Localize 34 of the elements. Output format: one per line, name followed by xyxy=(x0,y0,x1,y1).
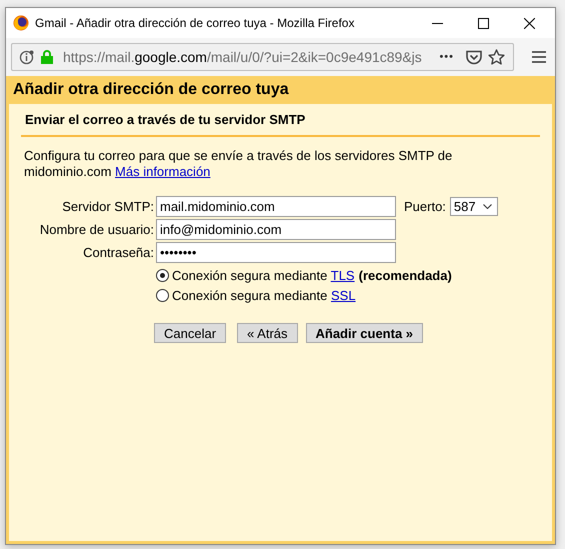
info-icon[interactable] xyxy=(19,49,35,65)
option-link[interactable]: TLS xyxy=(330,268,355,282)
field-label: Contraseña: xyxy=(82,245,154,260)
section-title: Enviar el correo a través de tu servidor SMTP xyxy=(24,112,306,127)
browser-logo-icon xyxy=(13,15,29,31)
description: Configura tu correo para que se envíe a través de los servidores SMTP de midominio.com Más información xyxy=(24,148,454,180)
input-field[interactable]: mail.midominio.com xyxy=(156,196,396,217)
action-button[interactable]: Cancelar xyxy=(154,323,226,343)
radio-button[interactable] xyxy=(156,288,169,302)
pocket-icon[interactable] xyxy=(466,50,482,64)
caret-icon xyxy=(482,204,492,209)
field-label: Servidor SMTP: xyxy=(61,199,154,214)
input-field[interactable]: info@midominio.com xyxy=(156,219,396,240)
dialog-title: Añadir otra dirección de correo tuya xyxy=(13,81,289,99)
option-link[interactable]: SSL xyxy=(331,288,356,302)
close-icon[interactable] xyxy=(524,18,535,28)
address-bar[interactable]: https://mail.google.com/mail/u/0/?ui=2&ik=0c9e491c89&js ••• xyxy=(11,43,514,71)
more-info-link[interactable]: Más información xyxy=(115,164,210,179)
radio-button[interactable] xyxy=(156,268,169,282)
maximize-icon[interactable] xyxy=(478,18,489,28)
star-icon[interactable] xyxy=(488,49,505,65)
action-button[interactable]: « Atrás xyxy=(237,323,298,343)
port-dropdown[interactable]: 587 xyxy=(450,197,498,216)
menu-icon[interactable] xyxy=(532,51,546,63)
action-button[interactable]: Añadir cuenta » xyxy=(306,323,424,343)
url-text: https://mail.google.com/mail/u/0/?ui=2&ik=0c9e491c89&js xyxy=(63,49,423,65)
option-label: Conexión segura mediante TLS (recomendada) xyxy=(172,268,452,282)
field-label: Nombre de usuario: xyxy=(38,222,154,237)
more-actions-button[interactable]: ••• xyxy=(439,51,454,63)
input-field[interactable]: •••••••• xyxy=(156,242,396,263)
window-title: Gmail - Añadir otra dirección de correo tuya - Mozilla Firefox xyxy=(35,16,354,30)
lock-icon xyxy=(41,50,53,64)
option-label: Conexión segura mediante SSL xyxy=(172,288,356,302)
port-label: Puerto: xyxy=(404,199,446,214)
